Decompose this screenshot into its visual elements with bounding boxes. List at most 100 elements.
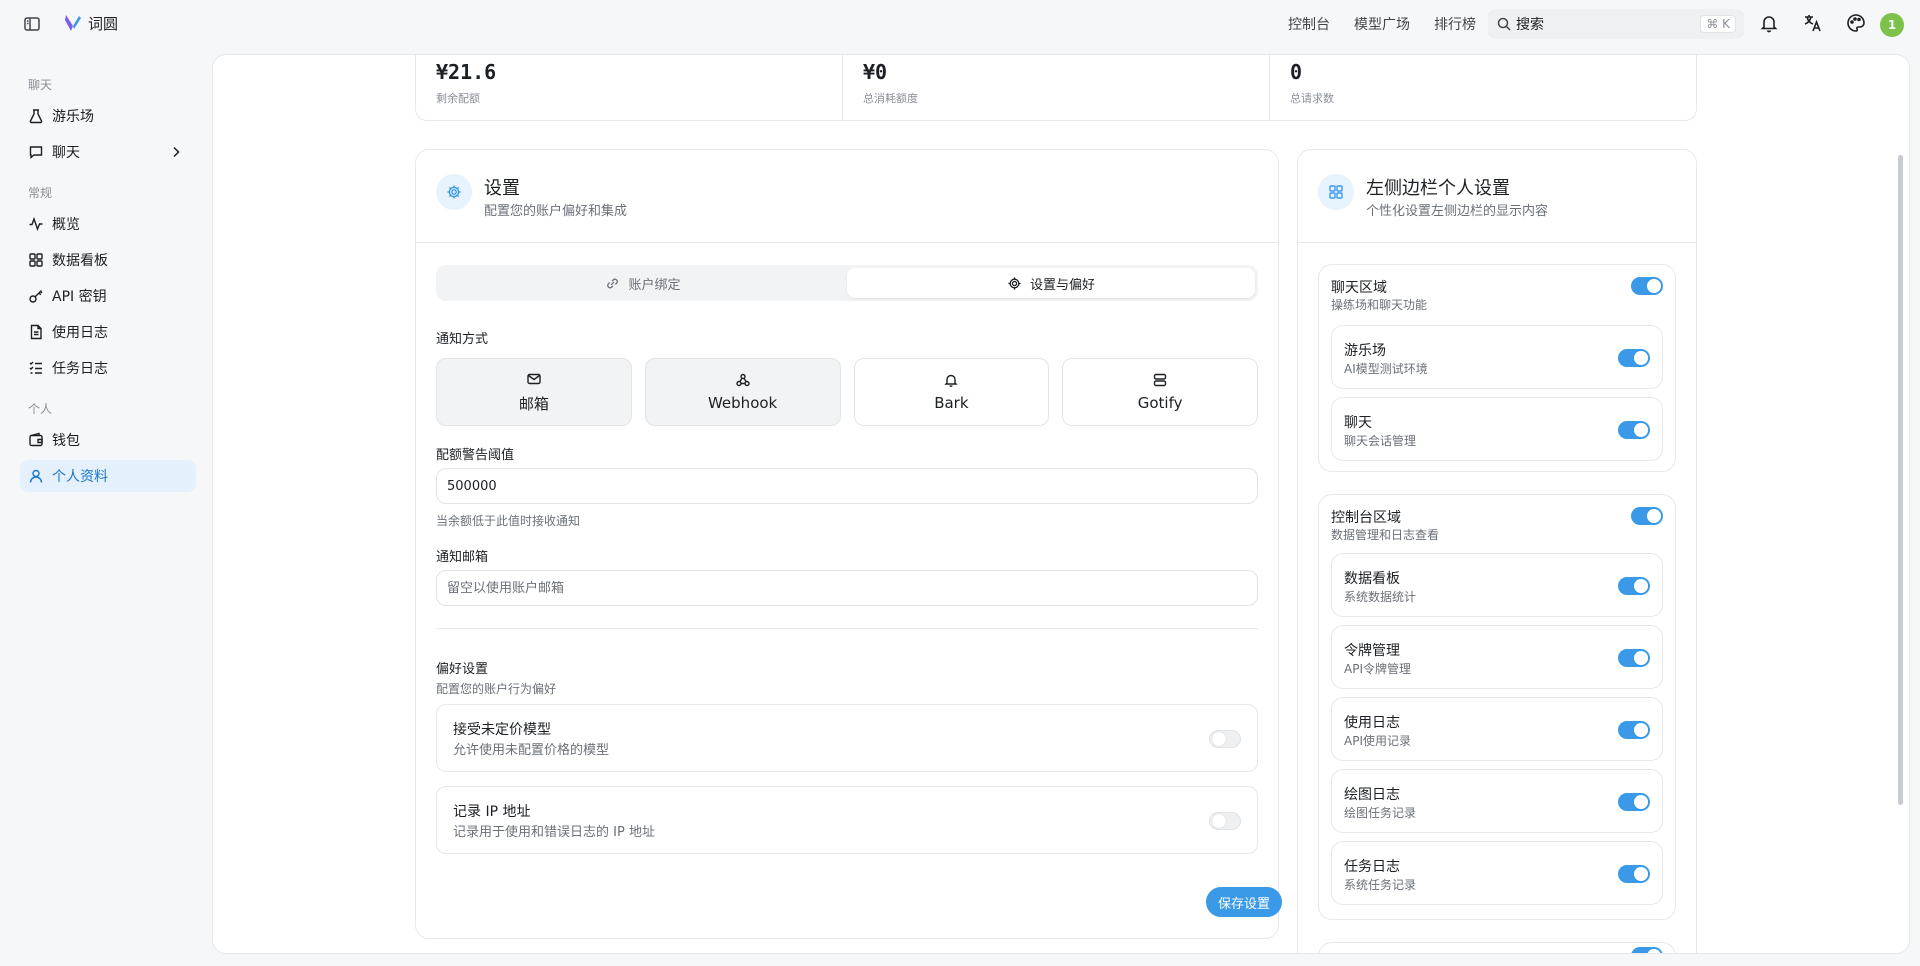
stat-remaining-quota: ¥21.6 剩余配额 [416,55,842,120]
notify-option-label: Gotify [1137,394,1183,412]
nav-model-square[interactable]: 模型广场 [1354,14,1410,34]
item-dashboard: 数据看板 系统数据统计 [1331,553,1663,617]
notify-option-label: 邮箱 [518,394,549,413]
translate-icon[interactable] [1802,12,1824,34]
sidebar-settings-subtitle: 个性化设置左侧边栏的显示内容 [1366,204,1549,219]
chevron-right-icon[interactable] [168,144,184,160]
settings-title: 设置 [484,178,520,199]
settings-tabs: 账户绑定 设置与偏好 [436,265,1258,301]
sidebar-section-personal: 个人 [28,402,53,416]
task-log-toggle[interactable] [1618,865,1650,883]
nav-leaderboard[interactable]: 排行榜 [1434,14,1476,34]
notify-option-label: Bark [934,394,969,412]
stat-total-consumed: ¥0 总消耗额度 [842,55,1269,120]
app-title[interactable]: 词圆 [88,13,118,34]
tab-settings-preferences[interactable]: 设置与偏好 [847,268,1255,298]
accept-unpriced-toggle[interactable] [1209,730,1241,748]
tab-account-binding[interactable]: 账户绑定 [439,268,847,298]
drawing-log-toggle[interactable] [1618,793,1650,811]
sidebar-item-dashboard[interactable]: 数据看板 [20,244,196,276]
notify-email-input[interactable] [436,570,1258,606]
stat-value: ¥0 [863,60,888,84]
sidebar-item-label: 概览 [52,217,80,233]
server-icon [1152,372,1168,388]
dashboard-toggle[interactable] [1618,577,1650,595]
sidebar-item-task-log[interactable]: 任务日志 [20,352,196,384]
sidebar-item-label: 游乐场 [52,109,94,125]
console-area-toggle[interactable] [1631,507,1663,525]
item-title: 绘图日志 [1344,787,1400,803]
sidebar-item-playground[interactable]: 游乐场 [20,100,196,132]
item-desc: API令牌管理 [1344,662,1411,676]
item-task-log: 任务日志 系统任务记录 [1331,841,1663,905]
chat-toggle[interactable] [1618,421,1650,439]
token-management-toggle[interactable] [1618,649,1650,667]
group-title: 控制台区域 [1331,510,1401,526]
item-desc: 系统任务记录 [1344,878,1417,892]
search-shortcut: ⌘ K [1700,15,1736,33]
pref-title: 偏好设置 [436,662,489,677]
item-desc: 绘图任务记录 [1344,806,1417,820]
item-desc: 聊天会话管理 [1344,434,1417,448]
top-bar: 词圆 控制台 模型广场 排行榜 搜索 ⌘ K 1 [0,0,1920,48]
item-chat: 聊天 聊天会话管理 [1331,397,1663,461]
user-icon [28,468,44,484]
record-ip-toggle[interactable] [1209,812,1241,830]
gear-icon [436,174,472,210]
item-playground: 游乐场 AI模型测试环境 [1331,325,1663,389]
item-desc: AI模型测试环境 [1344,362,1428,376]
sidebar-settings-header: 左侧边栏个人设置 个性化设置左侧边栏的显示内容 [1298,150,1696,243]
nav-console[interactable]: 控制台 [1288,14,1330,34]
search-input[interactable]: 搜索 ⌘ K [1488,9,1744,39]
notify-option-gotify[interactable]: Gotify [1062,358,1258,426]
item-token-management: 令牌管理 API令牌管理 [1331,625,1663,689]
sidebar-section-chat: 聊天 [28,78,53,92]
search-icon [1496,16,1512,32]
chat-bubble-icon [28,144,44,160]
pref-row-desc: 允许使用未配置价格的模型 [453,743,610,758]
next-group-toggle[interactable] [1631,947,1663,953]
threshold-input[interactable] [436,468,1258,504]
usage-log-toggle[interactable] [1618,721,1650,739]
notify-option-bark[interactable]: Bark [853,358,1050,426]
logo-icon[interactable] [62,12,84,34]
sidebar-item-api-keys[interactable]: API 密钥 [20,280,196,312]
dashboard-icon [1318,174,1354,210]
group-console-area: 控制台区域 数据管理和日志查看 数据看板 系统数据统计 令牌管理 API令牌管理… [1318,494,1676,920]
key-icon [28,288,44,304]
stat-label: 总请求数 [1290,92,1334,105]
item-title: 聊天 [1344,415,1372,431]
sidebar-item-overview[interactable]: 概览 [20,208,196,240]
activity-icon [28,216,44,232]
avatar[interactable]: 1 [1880,13,1904,37]
sidebar-item-profile[interactable]: 个人资料 [20,460,196,492]
sidebar-toggle-icon[interactable] [22,14,42,34]
pref-row-title: 记录 IP 地址 [453,804,531,820]
sidebar-item-wallet[interactable]: 钱包 [20,424,196,456]
save-button[interactable]: 保存设置 [1206,887,1282,917]
item-usage-log: 使用日志 API使用记录 [1331,697,1663,761]
bell-icon[interactable] [1758,12,1780,34]
item-title: 使用日志 [1344,715,1400,731]
sidebar-item-label: 个人资料 [52,469,108,485]
sidebar-item-label: 聊天 [52,145,80,161]
gear-icon [1007,276,1022,291]
sidebar-item-chat[interactable]: 聊天 [20,136,196,168]
notify-option-email[interactable]: 邮箱 [436,358,632,426]
stat-total-requests: 0 总请求数 [1269,55,1696,120]
item-title: 游乐场 [1344,343,1386,359]
scrollbar[interactable] [1898,155,1903,805]
sidebar-item-usage-log[interactable]: 使用日志 [20,316,196,348]
palette-icon[interactable] [1845,12,1867,34]
item-title: 令牌管理 [1344,643,1400,659]
mail-icon [526,371,542,387]
playground-toggle[interactable] [1618,349,1650,367]
notify-option-webhook[interactable]: Webhook [644,358,841,426]
group-title: 聊天区域 [1331,280,1387,296]
pref-row-title: 接受未定价模型 [453,722,551,738]
group-desc: 操练场和聊天功能 [1331,298,1428,312]
notify-option-label: Webhook [707,394,778,412]
group-chat-area: 聊天区域 操练场和聊天功能 游乐场 AI模型测试环境 聊天 聊天会话管理 [1318,264,1676,472]
link-icon [605,276,620,291]
chat-area-toggle[interactable] [1631,277,1663,295]
